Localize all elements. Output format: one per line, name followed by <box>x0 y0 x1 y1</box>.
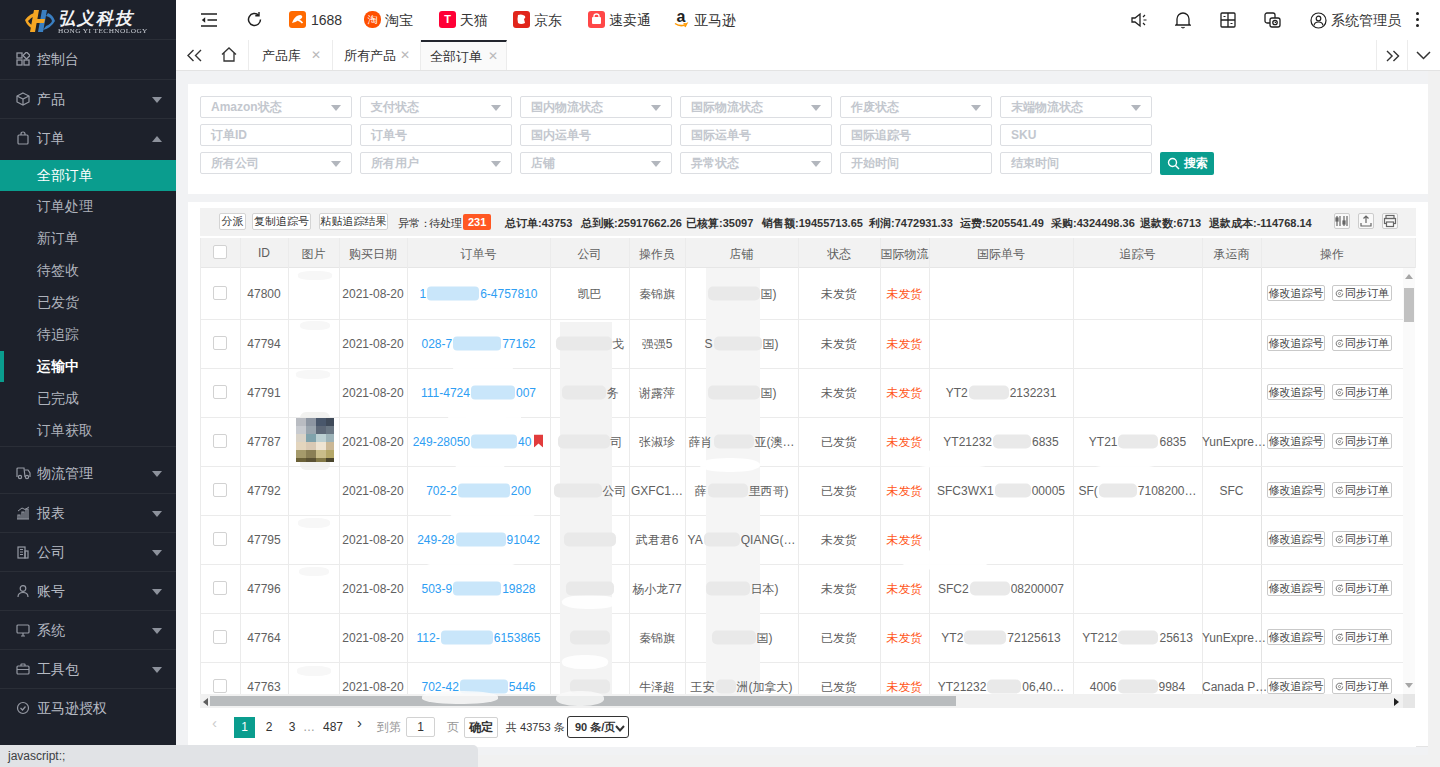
svg-text:a: a <box>677 9 686 25</box>
